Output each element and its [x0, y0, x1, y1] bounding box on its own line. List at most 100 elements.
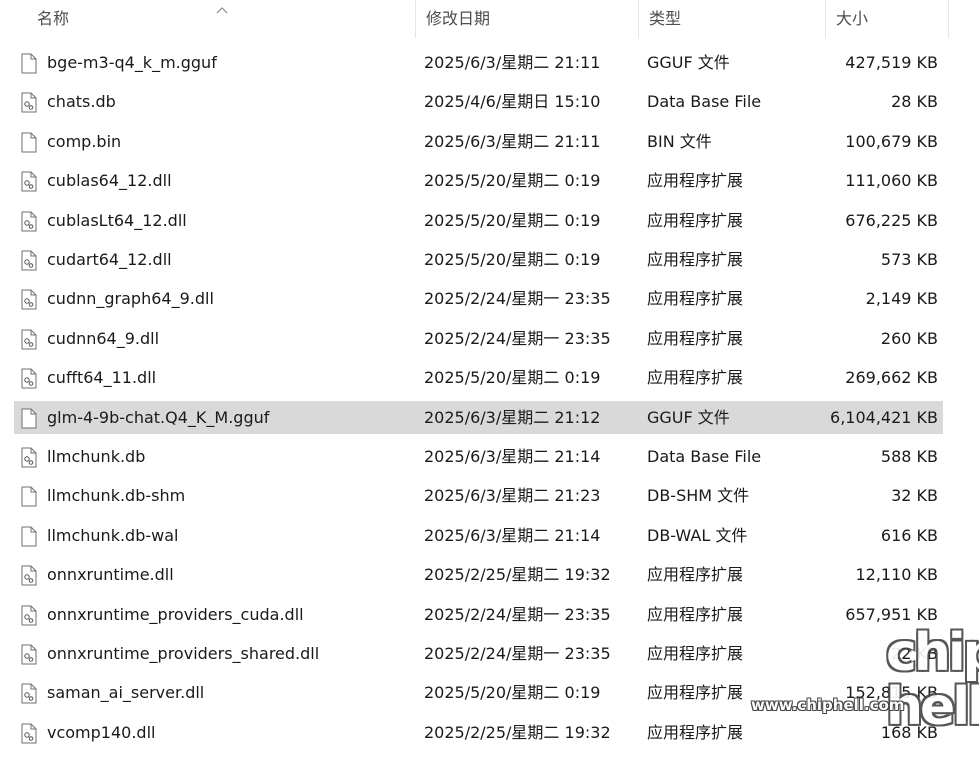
- file-size: 2,149 KB: [865, 289, 938, 309]
- file-date: 2025/2/24/星期一 23:35: [424, 328, 611, 348]
- file-date: 2025/6/3/星期二 21:11: [424, 131, 601, 151]
- file-row[interactable]: onnxruntime_providers_cuda.dll 2025/2/24/…: [14, 598, 943, 631]
- file-row[interactable]: bge-m3-q4_k_m.gguf 2025/6/3/星期二 21:11 GGUF…: [14, 46, 943, 79]
- file-name: llmchunk.db: [47, 447, 146, 466]
- file-size: 32 KB: [891, 486, 938, 506]
- file-date: 2025/2/24/星期一 23:35: [424, 604, 611, 624]
- file-name: comp.bin: [47, 131, 122, 151]
- file-name: llmchunk.db-wal: [47, 525, 179, 545]
- file-size: 588 KB: [880, 447, 938, 466]
- file-size: 427,519 KB: [845, 53, 938, 72]
- column-header-bar: 名称 修改日期 类型 大小: [0, 0, 979, 38]
- settings-file-icon: [21, 367, 41, 389]
- file-name: saman_ai_server.dll: [47, 683, 205, 703]
- file-row[interactable]: saman_ai_server.dll 2025/5/20/星期二 0:19 应用程…: [14, 676, 943, 709]
- file-type: 应用程序扩展: [647, 289, 744, 309]
- file-row[interactable]: cufft64_11.dll 2025/5/20/星期二 0:19 应用程序扩展 26…: [14, 361, 943, 394]
- blank-file-icon: [21, 131, 41, 153]
- file-date: 2025/6/3/星期二 21:14: [424, 525, 601, 545]
- column-header-name-label: 名称: [37, 9, 70, 28]
- file-row[interactable]: cudart64_12.dll 2025/5/20/星期二 0:19 应用程序扩展 5…: [14, 243, 943, 276]
- file-size: 111,060 KB: [845, 171, 938, 191]
- file-name: bge-m3-q4_k_m.gguf: [47, 53, 217, 72]
- file-name: cufft64_11.dll: [47, 368, 157, 388]
- file-row[interactable]: cublasLt64_12.dll 2025/5/20/星期二 0:19 应用程序扩…: [14, 204, 943, 237]
- file-date: 2025/6/3/星期二 21:23: [424, 486, 601, 506]
- file-date: 2025/6/3/星期二 21:12: [424, 407, 601, 427]
- settings-file-icon: [21, 210, 41, 232]
- file-size: 100,679 KB: [845, 131, 938, 151]
- column-header-date[interactable]: 修改日期: [415, 0, 638, 38]
- file-date: 2025/4/6/星期日 15:10: [424, 92, 601, 112]
- file-row[interactable]: llmchunk.db-wal 2025/6/3/星期二 21:14 DB-WAL …: [14, 519, 943, 552]
- blank-file-icon: [21, 485, 41, 507]
- file-size: 657,951 KB: [845, 604, 938, 624]
- settings-file-icon: [21, 682, 41, 704]
- file-size: 676,225 KB: [845, 210, 938, 230]
- file-row[interactable]: vcomp140.dll 2025/2/25/星期二 19:32 应用程序扩展 168…: [14, 716, 943, 749]
- file-date: 2025/5/20/星期二 0:19: [424, 368, 601, 388]
- file-name: cudart64_12.dll: [47, 250, 172, 269]
- column-header-size-label: 大小: [836, 9, 869, 28]
- file-date: 2025/2/24/星期一 23:35: [424, 289, 611, 309]
- file-row[interactable]: llmchunk.db-shm 2025/6/3/星期二 21:23 DB-SHM …: [14, 479, 943, 512]
- column-header-size[interactable]: 大小: [825, 0, 948, 38]
- file-row[interactable]: cudnn64_9.dll 2025/2/24/星期一 23:35 应用程序扩展 26…: [14, 322, 943, 355]
- file-name: llmchunk.db-shm: [47, 486, 186, 506]
- file-row[interactable]: glm-4-9b-chat.Q4_K_M.gguf 2025/6/3/星期二 21…: [14, 400, 943, 434]
- settings-file-icon: [21, 249, 41, 271]
- settings-file-icon: [21, 91, 41, 113]
- column-header-type-label: 类型: [649, 9, 682, 28]
- file-type: Data Base File: [647, 447, 762, 466]
- column-divider: [948, 0, 949, 38]
- file-size: 168 KB: [880, 722, 938, 742]
- file-type: 应用程序扩展: [647, 722, 744, 742]
- file-row[interactable]: cudnn_graph64_9.dll 2025/2/24/星期一 23:35 应用…: [14, 282, 943, 315]
- file-name: onnxruntime_providers_cuda.dll: [47, 604, 304, 624]
- settings-file-icon: [21, 604, 41, 626]
- file-size: 28 KB: [891, 92, 938, 112]
- file-type: 应用程序扩展: [647, 328, 744, 348]
- column-header-type[interactable]: 类型: [638, 0, 825, 38]
- settings-file-icon: [21, 564, 41, 586]
- file-size: 152,815 KB: [845, 683, 938, 703]
- file-type: 应用程序扩展: [647, 644, 744, 663]
- file-row[interactable]: comp.bin 2025/6/3/星期二 21:11 BIN 文件 100,679 …: [14, 125, 943, 158]
- file-size: 12,110 KB: [855, 565, 938, 585]
- file-size: 573 KB: [880, 250, 938, 269]
- file-type: 应用程序扩展: [647, 171, 744, 191]
- settings-file-icon: [21, 722, 41, 744]
- file-date: 2025/2/24/星期一 23:35: [424, 644, 611, 663]
- file-type: GGUF 文件: [647, 53, 730, 72]
- file-date: 2025/2/25/星期二 19:32: [424, 565, 611, 585]
- file-size: 260 KB: [880, 328, 938, 348]
- file-row[interactable]: llmchunk.db 2025/6/3/星期二 21:14 Data Base F…: [14, 440, 943, 473]
- file-type: 应用程序扩展: [647, 210, 744, 230]
- file-row[interactable]: onnxruntime.dll 2025/2/25/星期二 19:32 应用程序扩展…: [14, 558, 943, 591]
- sort-up-arrow-icon: [215, 0, 229, 14]
- file-size: 616 KB: [880, 525, 938, 545]
- file-date: 2025/5/20/星期二 0:19: [424, 683, 601, 703]
- file-date: 2025/5/20/星期二 0:19: [424, 210, 601, 230]
- settings-file-icon: [21, 328, 41, 350]
- file-date: 2025/2/25/星期二 19:32: [424, 722, 611, 742]
- blank-file-icon: [21, 525, 41, 547]
- file-type: GGUF 文件: [647, 407, 730, 427]
- file-row[interactable]: cublas64_12.dll 2025/5/20/星期二 0:19 应用程序扩展 1…: [14, 164, 943, 197]
- file-name: cublasLt64_12.dll: [47, 210, 187, 230]
- file-date: 2025/6/3/星期二 21:11: [424, 53, 601, 72]
- file-type: 应用程序扩展: [647, 368, 744, 388]
- file-size: 6,104,421 KB: [830, 407, 938, 427]
- file-name: onnxruntime.dll: [47, 565, 174, 585]
- blank-file-icon: [21, 52, 41, 74]
- file-name: chats.db: [47, 92, 116, 112]
- file-name: vcomp140.dll: [47, 722, 156, 742]
- file-row[interactable]: onnxruntime_providers_shared.dll 2025/2/2…: [14, 637, 943, 670]
- file-type: 应用程序扩展: [647, 250, 744, 269]
- file-row[interactable]: chats.db 2025/4/6/星期日 15:10 Data Base File…: [14, 85, 943, 118]
- file-type: 应用程序扩展: [647, 604, 744, 624]
- file-type: 应用程序扩展: [647, 683, 744, 703]
- settings-file-icon: [21, 446, 41, 468]
- file-size: 22 KB: [891, 644, 938, 663]
- file-date: 2025/5/20/星期二 0:19: [424, 250, 601, 269]
